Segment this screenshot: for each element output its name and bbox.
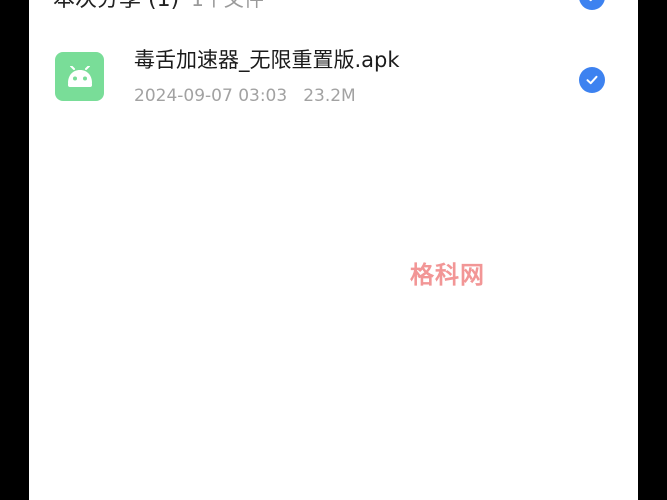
file-meta: 2024-09-07 03:03 23.2M — [134, 86, 356, 106]
section-header: 本次分享 (1) 1个文件 — [53, 0, 264, 12]
section-subtitle: 1个文件 — [191, 0, 264, 12]
section-title: 本次分享 (1) — [53, 0, 179, 13]
file-row[interactable]: 毒舌加速器_无限重置版.apk 2024-09-07 03:03 23.2M — [29, 38, 638, 118]
file-size: 23.2M — [303, 86, 356, 106]
android-icon — [55, 52, 104, 101]
file-name: 毒舌加速器_无限重置版.apk — [134, 48, 400, 72]
share-file-list-screen: 本次分享 (1) 1个文件 毒舌加速器_无限重置版.apk 2024-09-07… — [29, 0, 638, 500]
check-icon — [586, 75, 598, 85]
watermark: 格科网 — [410, 261, 485, 289]
file-select-checkbox[interactable] — [579, 67, 605, 93]
file-date: 2024-09-07 03:03 — [134, 86, 288, 106]
check-icon — [589, 0, 593, 2]
select-all-checkbox[interactable] — [579, 0, 605, 10]
